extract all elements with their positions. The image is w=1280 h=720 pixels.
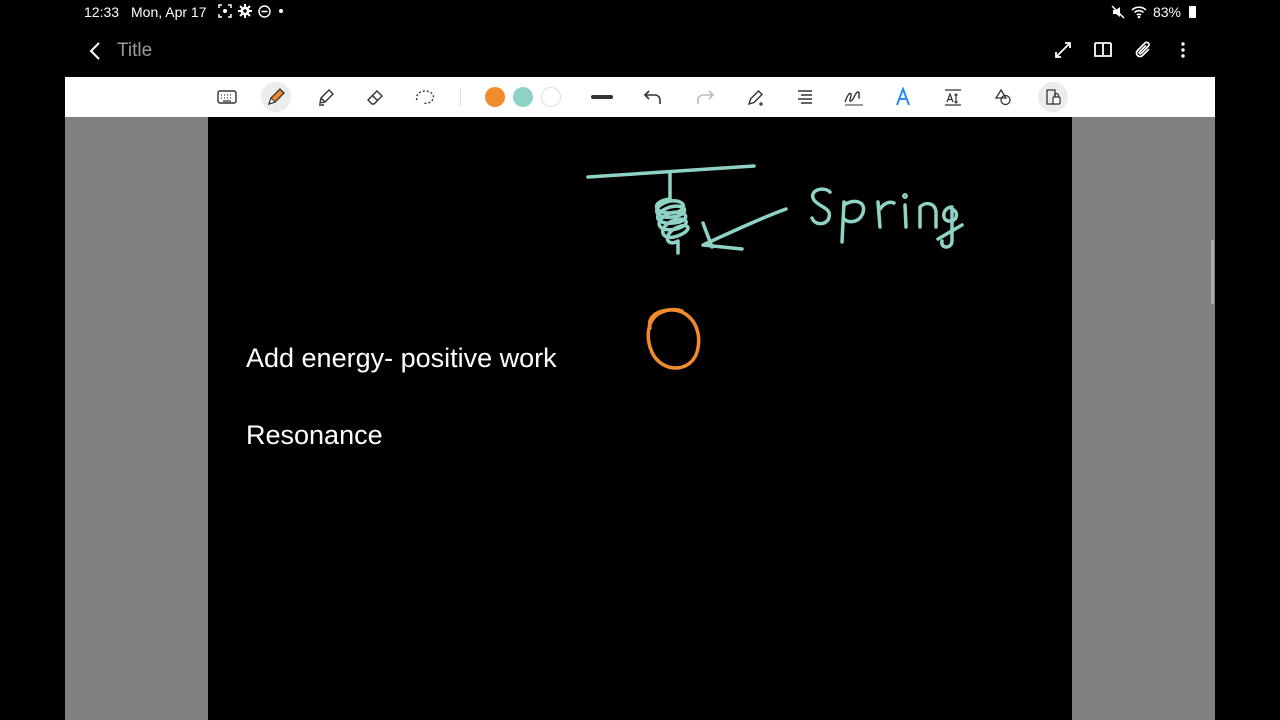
book-view-button[interactable] — [1090, 37, 1116, 63]
redo-button[interactable] — [690, 82, 720, 112]
read-only-button[interactable] — [1038, 82, 1068, 112]
scrollbar-thumb[interactable] — [1211, 240, 1214, 304]
lock-icon — [1046, 89, 1061, 105]
pen-settings-button[interactable] — [741, 82, 771, 112]
lasso-icon — [415, 90, 435, 105]
note-canvas[interactable]: Add energy- positive work Resonance — [208, 117, 1072, 720]
status-system-icons: 83% — [1111, 4, 1196, 20]
text-align-icon — [798, 90, 812, 104]
gear-icon — [238, 4, 252, 18]
spring-drawing — [586, 164, 964, 255]
paperclip-icon — [1135, 41, 1150, 58]
attach-button[interactable] — [1130, 37, 1156, 63]
lasso-tool-button[interactable] — [410, 82, 440, 112]
note-title[interactable]: Title — [117, 40, 152, 62]
highlighter-icon — [319, 89, 334, 106]
stroke-width-icon — [591, 95, 613, 99]
text-size-icon — [945, 89, 961, 106]
eraser-icon — [367, 90, 383, 105]
dot-icon — [279, 9, 283, 13]
text-align-button[interactable] — [790, 82, 820, 112]
book-icon — [1094, 42, 1112, 57]
stroke-width-button[interactable] — [587, 82, 617, 112]
page-margin-right — [1072, 117, 1215, 720]
pen-icon — [267, 88, 285, 106]
status-date: Mon, Apr 17 — [131, 4, 207, 20]
eraser-tool-button[interactable] — [360, 82, 390, 112]
expand-icon — [1055, 42, 1071, 58]
more-options-button[interactable] — [1170, 37, 1196, 63]
text-size-button[interactable] — [938, 82, 968, 112]
do-not-disturb-icon — [258, 4, 271, 18]
title-bar: Title — [0, 26, 1280, 76]
chevron-left-icon — [89, 42, 100, 60]
pen-settings-icon — [747, 90, 763, 106]
redo-icon — [697, 90, 715, 104]
undo-button[interactable] — [638, 82, 668, 112]
wifi-icon — [1131, 6, 1147, 19]
text-style-icon — [896, 87, 910, 106]
highlighter-tool-button[interactable] — [311, 82, 341, 112]
battery-percent: 83% — [1152, 4, 1181, 20]
shapes-button[interactable] — [988, 82, 1018, 112]
handwriting-icon — [844, 91, 863, 106]
pen-tool-button[interactable] — [261, 82, 291, 112]
handwriting-to-text-button[interactable] — [839, 82, 869, 112]
handwritten-drawing[interactable] — [208, 117, 1072, 720]
back-button[interactable] — [84, 38, 106, 64]
page-margin-left — [65, 117, 208, 720]
title-actions — [1050, 37, 1196, 63]
text-style-button[interactable] — [888, 82, 918, 112]
color-swatch-white[interactable] — [541, 87, 561, 107]
undo-icon — [643, 90, 661, 104]
toolbar-divider — [460, 88, 461, 106]
spring-label-handwriting — [810, 187, 964, 249]
color-swatch-teal[interactable] — [513, 87, 533, 107]
more-vertical-icon — [1181, 42, 1185, 58]
screenshot-icon — [218, 4, 232, 18]
status-time: 12:33 — [84, 4, 120, 20]
status-notification-icons — [218, 4, 285, 18]
keyboard-icon — [217, 90, 237, 104]
status-bar: 12:33 Mon, Apr 17 83% — [0, 0, 1280, 24]
expand-button[interactable] — [1050, 37, 1076, 63]
mass-drawing — [646, 307, 701, 370]
shapes-icon — [994, 88, 1011, 106]
mute-icon — [1111, 5, 1125, 19]
color-swatch-orange[interactable] — [485, 87, 505, 107]
battery-icon — [1189, 6, 1196, 18]
keyboard-tool-button[interactable] — [212, 82, 242, 112]
